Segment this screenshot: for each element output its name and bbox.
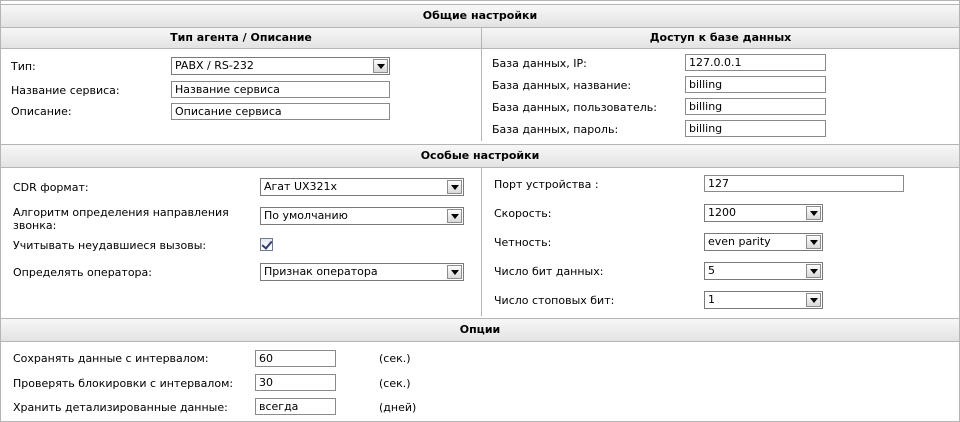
- options-header: Опции: [1, 318, 959, 342]
- save-interval-value: 60: [259, 352, 273, 365]
- keep-details-value: всегда: [259, 400, 299, 413]
- general-settings-header: Общие настройки: [1, 4, 959, 28]
- special-settings-title: Особые настройки: [420, 149, 540, 162]
- direction-algorithm-label: Алгоритм определения направления звонка:: [13, 206, 229, 232]
- db-password-label: База данных, пароль:: [492, 123, 619, 136]
- operator-label: Определять оператора:: [13, 266, 152, 279]
- save-interval-label: Сохранять данные с интервалом:: [13, 352, 209, 365]
- db-user-label: База данных, пользователь:: [492, 101, 657, 114]
- keep-details-label: Хранить детализированные данные:: [13, 401, 228, 414]
- db-section-header: Доступ к базе данных: [482, 28, 959, 49]
- speed-select[interactable]: 1200: [704, 204, 823, 222]
- service-name-input[interactable]: Название сервиса: [171, 81, 390, 98]
- agent-section-title: Тип агента / Описание: [170, 31, 312, 44]
- chevron-down-icon: [806, 235, 821, 249]
- db-name-value: billing: [689, 78, 723, 91]
- db-password-input[interactable]: billing: [685, 120, 826, 137]
- description-input[interactable]: Описание сервиса: [171, 103, 390, 120]
- description-label: Описание:: [11, 105, 72, 118]
- db-ip-value: 127.0.0.1: [689, 56, 742, 69]
- db-ip-label: База данных, IP:: [492, 57, 587, 70]
- stop-bits-label: Число стоповых бит:: [494, 294, 615, 307]
- chevron-down-icon: [806, 293, 821, 307]
- cdr-format-select[interactable]: Агат UX321x: [260, 178, 464, 196]
- cdr-format-label: CDR формат:: [13, 181, 89, 194]
- service-name-value: Название сервиса: [175, 83, 280, 96]
- parity-label: Четность:: [494, 236, 552, 249]
- port-label: Порт устройства :: [494, 178, 599, 191]
- agent-section-header: Тип агента / Описание: [1, 28, 481, 49]
- save-interval-input[interactable]: 60: [255, 350, 336, 367]
- chevron-down-icon: [447, 180, 462, 194]
- stop-bits-value: 1: [708, 293, 715, 306]
- db-user-value: billing: [689, 100, 723, 113]
- speed-label: Скорость:: [494, 207, 552, 220]
- data-bits-value: 5: [708, 264, 715, 277]
- db-section-title: Доступ к базе данных: [649, 31, 792, 44]
- db-user-input[interactable]: billing: [685, 98, 826, 115]
- lock-check-label: Проверять блокировки с интервалом:: [13, 377, 234, 390]
- parity-select[interactable]: even parity: [704, 233, 823, 251]
- settings-panel: Общие настройки Тип агента / Описание До…: [0, 0, 960, 422]
- failed-calls-label: Учитывать неудавшиеся вызовы:: [13, 239, 207, 252]
- save-interval-unit: (сек.): [379, 352, 411, 365]
- service-name-label: Название сервиса:: [11, 84, 120, 97]
- general-settings-title: Общие настройки: [422, 9, 538, 22]
- data-bits-label: Число бит данных:: [494, 265, 604, 278]
- db-password-value: billing: [689, 122, 723, 135]
- operator-value: Признак оператора: [264, 265, 378, 278]
- keep-details-unit: (дней): [379, 401, 417, 414]
- db-ip-input[interactable]: 127.0.0.1: [685, 54, 826, 71]
- port-input[interactable]: 127: [704, 175, 904, 192]
- chevron-down-icon: [447, 265, 462, 279]
- options-title: Опции: [459, 323, 501, 336]
- operator-select[interactable]: Признак оператора: [260, 263, 464, 281]
- lock-check-value: 30: [259, 376, 273, 389]
- chevron-down-icon: [806, 264, 821, 278]
- lock-check-unit: (сек.): [379, 377, 411, 390]
- direction-algorithm-select[interactable]: По умолчанию: [260, 207, 464, 225]
- type-label: Тип:: [11, 60, 36, 73]
- chevron-down-icon: [447, 209, 462, 223]
- port-value: 127: [708, 177, 729, 190]
- cdr-format-value: Агат UX321x: [264, 180, 338, 193]
- speed-value: 1200: [708, 206, 736, 219]
- divider: [481, 28, 482, 141]
- description-value: Описание сервиса: [175, 105, 282, 118]
- db-name-input[interactable]: billing: [685, 76, 826, 93]
- chevron-down-icon: [806, 206, 821, 220]
- special-settings-header: Особые настройки: [1, 144, 959, 168]
- stop-bits-select[interactable]: 1: [704, 291, 823, 309]
- failed-calls-checkbox[interactable]: [260, 238, 273, 251]
- direction-algorithm-value: По умолчанию: [264, 209, 348, 222]
- type-select[interactable]: PABX / RS-232: [171, 57, 390, 75]
- divider: [481, 168, 482, 316]
- data-bits-select[interactable]: 5: [704, 262, 823, 280]
- type-select-value: PABX / RS-232: [175, 59, 254, 72]
- parity-value: even parity: [708, 235, 771, 248]
- lock-check-input[interactable]: 30: [255, 374, 336, 391]
- db-name-label: База данных, название:: [492, 79, 632, 92]
- keep-details-input[interactable]: всегда: [255, 398, 336, 415]
- chevron-down-icon: [373, 59, 388, 73]
